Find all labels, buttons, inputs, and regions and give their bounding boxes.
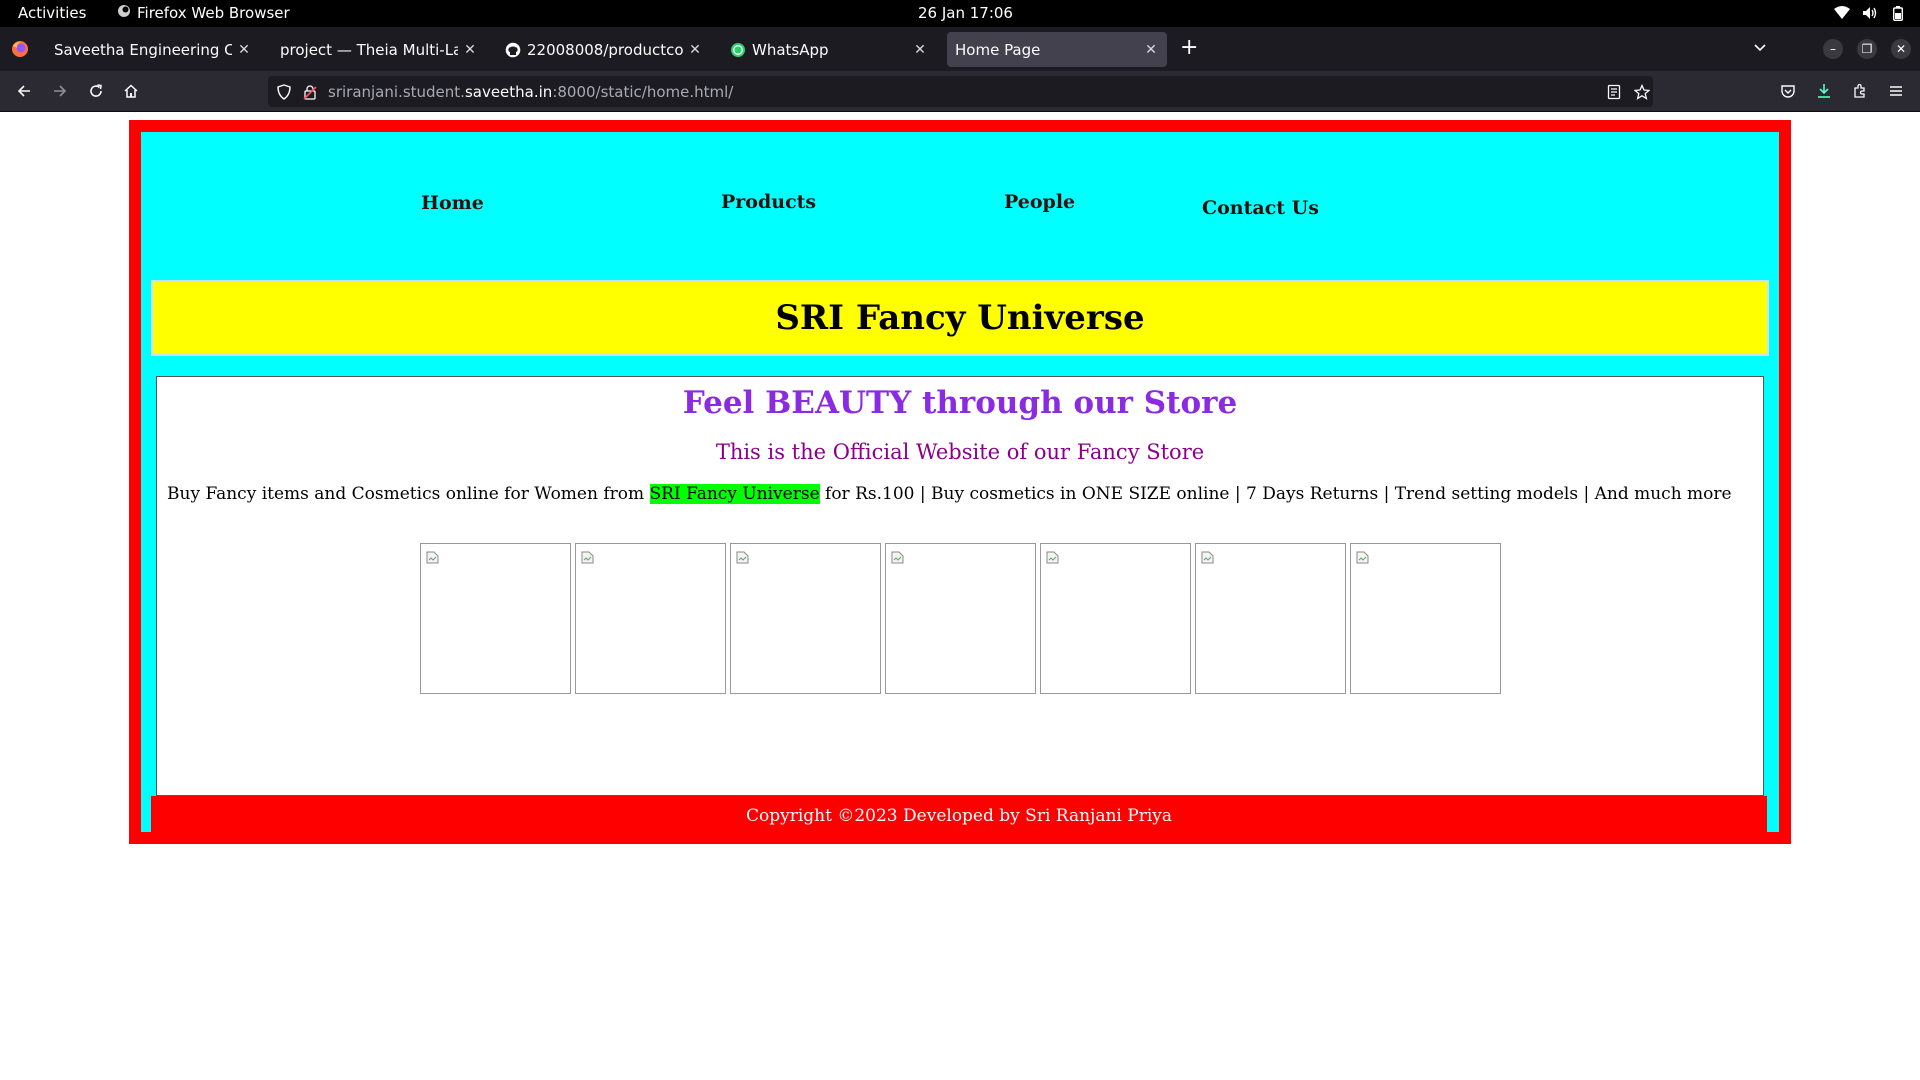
clock[interactable]: 26 Jan 17:06 <box>918 4 1013 22</box>
restore-button[interactable]: ❐ <box>1857 39 1877 59</box>
close-icon[interactable]: ✕ <box>687 42 703 58</box>
broken-image-icon <box>891 549 904 564</box>
tab-title: project — Theia Multi-Language <box>280 40 458 59</box>
broken-image-icon <box>581 549 594 564</box>
product-image[interactable] <box>730 543 881 694</box>
github-icon <box>505 42 521 58</box>
tab-list-chevron-down-icon[interactable] <box>1752 39 1768 59</box>
minimize-button[interactable]: – <box>1823 39 1843 59</box>
site-title: SRI Fancy Universe <box>775 298 1145 338</box>
insecure-lock-icon[interactable] <box>300 82 320 102</box>
tab-home-page[interactable]: Home Page ✕ <box>947 32 1167 67</box>
product-image[interactable] <box>1350 543 1501 694</box>
extensions-icon[interactable] <box>1850 81 1870 101</box>
hamburger-menu-icon[interactable] <box>1886 81 1906 101</box>
whatsapp-icon <box>730 42 746 58</box>
pocket-icon[interactable] <box>1778 81 1798 101</box>
product-image[interactable] <box>1040 543 1191 694</box>
description-text: Buy Fancy items and Cosmetics online for… <box>167 484 650 504</box>
url-bar[interactable]: sriranjani.student.saveetha.in:8000/stat… <box>268 76 1653 107</box>
close-window-button[interactable]: ✕ <box>1891 39 1911 59</box>
description-highlight: SRI Fancy Universe <box>649 484 820 504</box>
description-text: for Rs.100 | Buy cosmetics in ONE SIZE o… <box>819 484 1732 504</box>
back-arrow-icon[interactable] <box>14 81 34 101</box>
app-menu-label: Firefox Web Browser <box>137 4 290 22</box>
broken-image-icon <box>1046 549 1059 564</box>
wifi-icon <box>1834 5 1850 21</box>
firefox-logo-icon[interactable] <box>10 39 30 59</box>
reload-icon[interactable] <box>86 81 106 101</box>
product-image[interactable] <box>420 543 571 694</box>
tab-title: WhatsApp <box>752 40 829 59</box>
system-tray[interactable] <box>1834 5 1906 21</box>
product-image[interactable] <box>885 543 1036 694</box>
close-icon[interactable]: ✕ <box>912 42 928 58</box>
system-top-bar: Activities Firefox Web Browser 26 Jan 17… <box>0 0 1920 27</box>
bookmark-star-icon[interactable] <box>1632 82 1652 102</box>
tagline: Feel BEAUTY through our Store <box>682 385 1238 421</box>
close-icon[interactable]: ✕ <box>236 42 252 58</box>
nav-link-products[interactable]: Products <box>721 191 816 213</box>
navigation-toolbar: sriranjani.student.saveetha.in:8000/stat… <box>0 71 1920 112</box>
nav-link-people[interactable]: People <box>1004 191 1075 213</box>
volume-icon <box>1862 5 1878 21</box>
footer-copyright: Copyright ©2023 Developed by Sri Ranjani… <box>746 806 1172 826</box>
tab-title: Home Page <box>955 40 1041 59</box>
footer: Copyright ©2023 Developed by Sri Ranjani… <box>151 796 1767 836</box>
new-tab-button[interactable]: + <box>1180 37 1198 59</box>
tab-title: 22008008/productcompany <box>527 40 683 59</box>
broken-image-icon <box>426 549 439 564</box>
page-frame: Home Products People Contact Us SRI Fanc… <box>129 120 1791 844</box>
tab-strip: Saveetha Engineering College ✕ project —… <box>0 27 1920 71</box>
tab-title: Saveetha Engineering College <box>54 40 232 59</box>
broken-image-icon <box>1201 549 1214 564</box>
app-menu[interactable]: Firefox Web Browser <box>117 4 290 22</box>
reader-view-icon[interactable] <box>1604 82 1624 102</box>
forward-arrow-icon[interactable] <box>50 81 70 101</box>
activities-button[interactable]: Activities <box>18 4 86 22</box>
subtitle: This is the Official Website of our Fanc… <box>715 440 1205 464</box>
tab-theia[interactable]: project — Theia Multi-Language ✕ <box>272 32 486 67</box>
close-icon[interactable]: ✕ <box>1143 42 1159 58</box>
content-box: Feel BEAUTY through our Store This is th… <box>156 376 1764 796</box>
product-image[interactable] <box>575 543 726 694</box>
nav-link-home[interactable]: Home <box>421 192 484 214</box>
tab-saveetha[interactable]: Saveetha Engineering College ✕ <box>46 32 260 67</box>
broken-image-icon <box>736 549 749 564</box>
firefox-app-icon <box>117 4 131 22</box>
product-image[interactable] <box>1195 543 1346 694</box>
url-domain: saveetha.in <box>464 83 553 101</box>
nav-link-contact-us[interactable]: Contact Us <box>1202 197 1319 219</box>
home-icon[interactable] <box>121 81 141 101</box>
url-subdomain: sriranjani.student. <box>328 83 465 101</box>
tab-github[interactable]: 22008008/productcompany ✕ <box>497 32 711 67</box>
downloads-icon[interactable] <box>1814 81 1834 101</box>
broken-image-icon <box>1356 549 1369 564</box>
product-image-row <box>420 543 1501 694</box>
tab-whatsapp[interactable]: WhatsApp ✕ <box>722 32 936 67</box>
battery-icon <box>1890 5 1906 21</box>
title-banner: SRI Fancy Universe <box>151 280 1769 356</box>
url-text[interactable]: sriranjani.student.saveetha.in:8000/stat… <box>328 83 733 101</box>
close-icon[interactable]: ✕ <box>462 42 478 58</box>
description: Buy Fancy items and Cosmetics online for… <box>167 484 1732 504</box>
url-path: :8000/static/home.html/ <box>552 83 734 101</box>
shield-icon[interactable] <box>274 82 294 102</box>
